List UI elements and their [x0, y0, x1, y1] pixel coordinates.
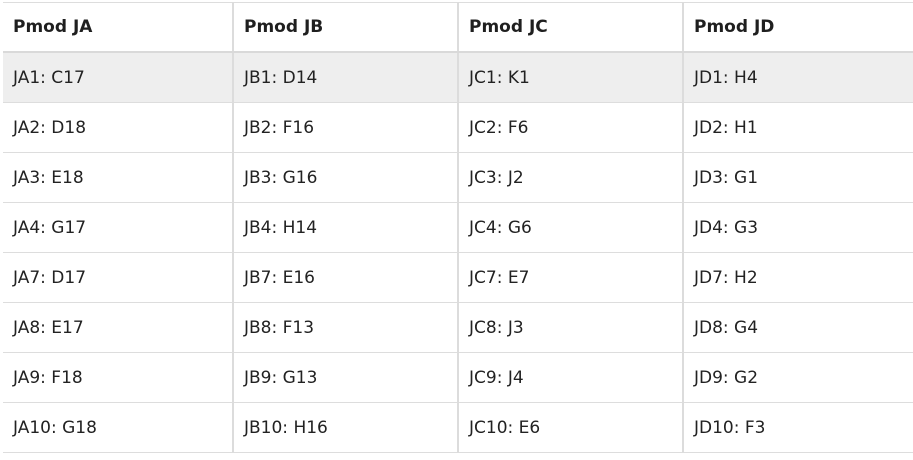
table-cell: JD10: F3: [682, 402, 913, 453]
column-header-pmod-ja: Pmod JA: [3, 2, 233, 53]
table-cell: JB7: E16: [232, 252, 458, 303]
table-row: JA2: D18 JB2: F16 JC2: F6 JD2: H1: [3, 102, 913, 153]
table-cell: JD8: G4: [682, 302, 913, 353]
table-cell: JD4: G3: [682, 202, 913, 253]
column-header-pmod-jd: Pmod JD: [682, 2, 913, 53]
table-cell: JC3: J2: [457, 152, 683, 203]
table-cell: JB4: H14: [232, 202, 458, 253]
table-cell: JD7: H2: [682, 252, 913, 303]
table-cell: JB1: D14: [232, 52, 458, 103]
table-cell: JC9: J4: [457, 352, 683, 403]
table-cell: JA4: G17: [3, 202, 233, 253]
table-header-row: Pmod JA Pmod JB Pmod JC Pmod JD: [3, 2, 913, 53]
table-cell: JB9: G13: [232, 352, 458, 403]
pmod-pin-table: Pmod JA Pmod JB Pmod JC Pmod JD JA1: C17…: [3, 2, 913, 453]
table-cell: JA2: D18: [3, 102, 233, 153]
column-header-pmod-jc: Pmod JC: [457, 2, 683, 53]
table-cell: JC8: J3: [457, 302, 683, 353]
table-cell: JD2: H1: [682, 102, 913, 153]
table-cell: JB8: F13: [232, 302, 458, 353]
table-cell: JA8: E17: [3, 302, 233, 353]
table-cell: JC1: K1: [457, 52, 683, 103]
table-cell: JA3: E18: [3, 152, 233, 203]
table-row: JA8: E17 JB8: F13 JC8: J3 JD8: G4: [3, 302, 913, 353]
table-cell: JB2: F16: [232, 102, 458, 153]
table-cell: JA1: C17: [3, 52, 233, 103]
table-cell: JC7: E7: [457, 252, 683, 303]
table-cell: JA10: G18: [3, 402, 233, 453]
table-cell: JB3: G16: [232, 152, 458, 203]
table-cell: JC2: F6: [457, 102, 683, 153]
table-cell: JA9: F18: [3, 352, 233, 403]
table-row: JA7: D17 JB7: E16 JC7: E7 JD7: H2: [3, 252, 913, 303]
table-cell: JA7: D17: [3, 252, 233, 303]
column-header-pmod-jb: Pmod JB: [232, 2, 458, 53]
table-cell: JD9: G2: [682, 352, 913, 403]
table-cell: JD3: G1: [682, 152, 913, 203]
table-cell: JB10: H16: [232, 402, 458, 453]
table-cell: JD1: H4: [682, 52, 913, 103]
table-row: JA3: E18 JB3: G16 JC3: J2 JD3: G1: [3, 152, 913, 203]
table-row: JA4: G17 JB4: H14 JC4: G6 JD4: G3: [3, 202, 913, 253]
table-cell: JC4: G6: [457, 202, 683, 253]
table-row: JA9: F18 JB9: G13 JC9: J4 JD9: G2: [3, 352, 913, 403]
table-cell: JC10: E6: [457, 402, 683, 453]
table-row: JA10: G18 JB10: H16 JC10: E6 JD10: F3: [3, 402, 913, 453]
table-row: JA1: C17 JB1: D14 JC1: K1 JD1: H4: [3, 52, 913, 103]
